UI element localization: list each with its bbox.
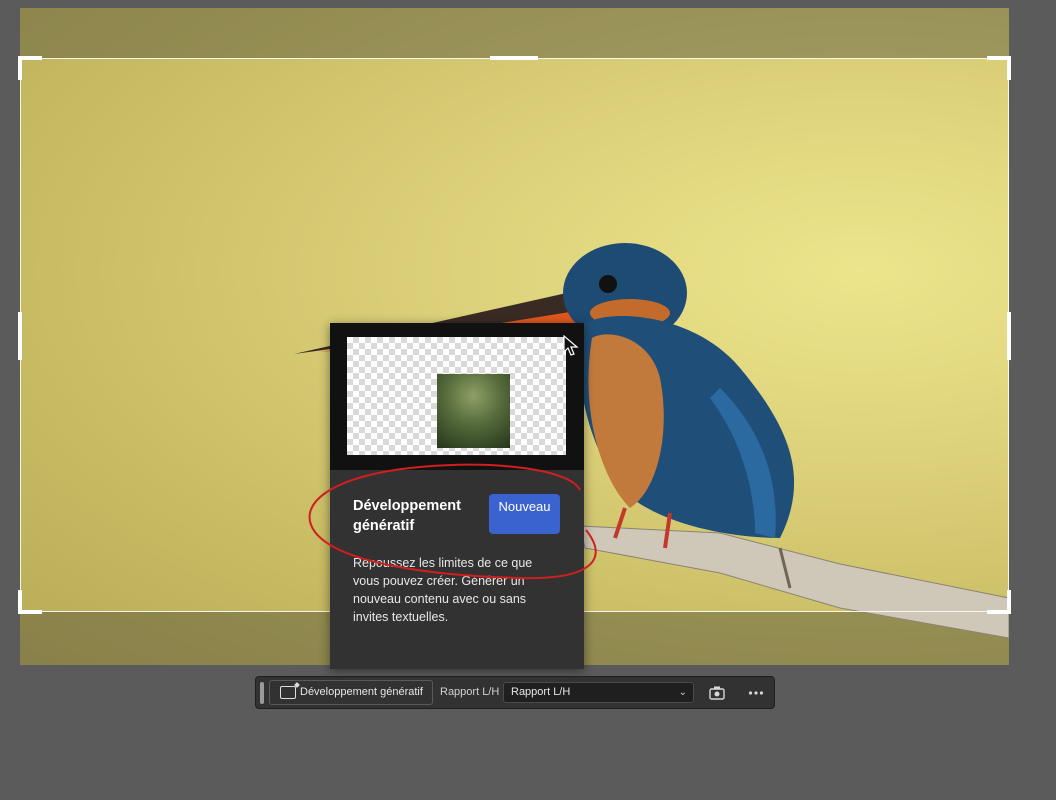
crop-handle-bottom-right-v[interactable] — [1007, 590, 1011, 614]
cursor-icon — [563, 335, 579, 356]
crop-handle-top-mid[interactable] — [490, 56, 538, 60]
transparency-preview — [347, 337, 566, 455]
generative-expand-tooltip: Développement génératif Nouveau Repousse… — [330, 323, 584, 669]
more-icon[interactable] — [747, 684, 765, 702]
lizard-thumbnail — [437, 374, 510, 448]
generative-expand-button[interactable]: Développement génératif — [269, 680, 433, 705]
tooltip-preview — [330, 323, 584, 470]
generative-expand-icon — [280, 686, 296, 699]
crop-handle-left-mid[interactable] — [18, 312, 22, 360]
new-badge: Nouveau — [489, 494, 560, 534]
ratio-select[interactable]: Rapport L/H ⌄ — [503, 682, 694, 703]
crop-handle-top-right-v[interactable] — [1007, 56, 1011, 80]
crop-handle-bottom-left-v[interactable] — [18, 590, 22, 614]
toolbar-drag-handle[interactable] — [260, 682, 264, 704]
tooltip-description: Repoussez les limites de ce que vous pou… — [353, 556, 533, 624]
ratio-select-value: Rapport L/H — [511, 686, 571, 698]
contextual-task-bar: Développement génératif Rapport L/H Rapp… — [255, 676, 775, 709]
ratio-label: Rapport L/H — [440, 686, 500, 698]
tooltip-title: Développement génératif — [353, 498, 461, 534]
crop-handle-right-mid[interactable] — [1007, 312, 1011, 360]
camera-icon[interactable] — [708, 684, 726, 702]
chevron-down-icon: ⌄ — [678, 687, 687, 698]
crop-handle-top-left-v[interactable] — [18, 56, 22, 80]
generative-expand-label: Développement génératif — [300, 686, 423, 698]
